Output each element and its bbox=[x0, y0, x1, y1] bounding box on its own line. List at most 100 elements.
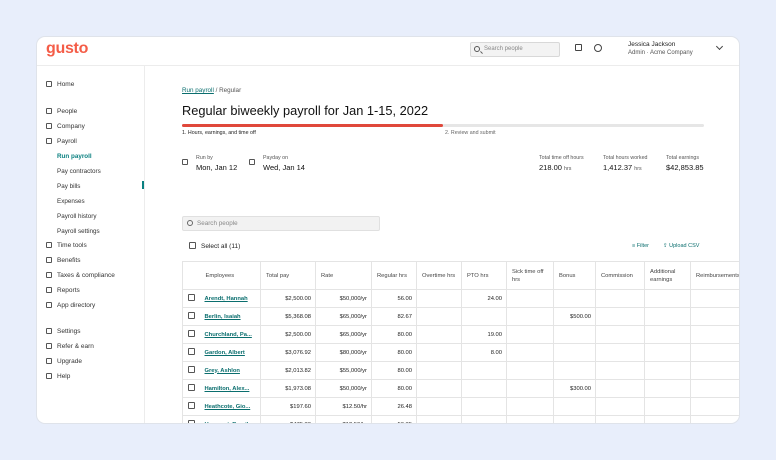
sidebar-item-time-tools[interactable]: Time tools bbox=[46, 241, 87, 251]
employee-link[interactable]: Berlin, Isaiah bbox=[205, 314, 241, 320]
cell-pto[interactable] bbox=[461, 397, 507, 416]
cell-pto[interactable] bbox=[461, 307, 507, 326]
column-header-reimbursements[interactable]: Reimbursements bbox=[690, 261, 739, 290]
employee-link[interactable]: Hamnani, Romil bbox=[205, 422, 249, 424]
column-header-regular-hrs[interactable]: Regular hrs bbox=[371, 261, 417, 290]
user-name[interactable]: Jessica Jackson bbox=[628, 41, 675, 48]
cell-pto[interactable]: 19.00 bbox=[461, 325, 507, 344]
cell-reimb[interactable] bbox=[690, 307, 739, 326]
filter-button[interactable]: ≡ Filter bbox=[632, 243, 649, 249]
cell-overtime[interactable] bbox=[416, 415, 462, 423]
cell-bonus[interactable] bbox=[553, 397, 596, 416]
cell-sick[interactable] bbox=[506, 325, 554, 344]
row-checkbox[interactable] bbox=[188, 384, 195, 391]
cell-reimb[interactable] bbox=[690, 361, 739, 380]
cell-additional[interactable] bbox=[644, 379, 691, 398]
employee-link[interactable]: Arendt, Hannah bbox=[205, 296, 248, 302]
sidebar-item-home[interactable]: Home bbox=[46, 80, 74, 90]
cell-regular[interactable]: 80.00 bbox=[371, 361, 417, 380]
employee-link[interactable]: Gardon, Albert bbox=[205, 350, 245, 356]
cell-sick[interactable] bbox=[506, 343, 554, 362]
cell-sick[interactable] bbox=[506, 361, 554, 380]
cell-additional[interactable] bbox=[644, 289, 691, 308]
row-checkbox[interactable] bbox=[188, 348, 195, 355]
employee-search-input[interactable]: Search people bbox=[182, 216, 380, 231]
column-header-rate[interactable]: Rate bbox=[315, 261, 372, 290]
sidebar-subitem-run-payroll[interactable]: Run payroll bbox=[57, 152, 92, 162]
cell-overtime[interactable] bbox=[416, 397, 462, 416]
cell-bonus[interactable]: $300.00 bbox=[553, 379, 596, 398]
column-header-employees[interactable]: Employees bbox=[200, 261, 261, 290]
cell-reimb[interactable] bbox=[690, 343, 739, 362]
cell-reimb[interactable] bbox=[690, 325, 739, 344]
cell-pto[interactable]: 24.00 bbox=[461, 289, 507, 308]
sidebar-item-company[interactable]: Company bbox=[46, 122, 85, 132]
row-checkbox[interactable] bbox=[188, 402, 195, 409]
cell-additional[interactable] bbox=[644, 325, 691, 344]
cell-reimb[interactable] bbox=[690, 397, 739, 416]
cell-sick[interactable] bbox=[506, 415, 554, 423]
cell-reimb[interactable] bbox=[690, 289, 739, 308]
cell-commission[interactable] bbox=[595, 343, 645, 362]
cell-commission[interactable] bbox=[595, 415, 645, 423]
cell-reimb[interactable] bbox=[690, 415, 739, 423]
cell-commission[interactable] bbox=[595, 361, 645, 380]
sidebar-item-people[interactable]: People bbox=[46, 107, 77, 117]
cell-additional[interactable] bbox=[644, 343, 691, 362]
sidebar-subitem-expenses[interactable]: Expenses bbox=[57, 197, 85, 207]
cell-pto[interactable] bbox=[461, 379, 507, 398]
cell-commission[interactable] bbox=[595, 307, 645, 326]
cell-additional[interactable] bbox=[644, 415, 691, 423]
cell-sick[interactable] bbox=[506, 289, 554, 308]
cell-regular[interactable]: 80.00 bbox=[371, 325, 417, 344]
column-header-additional-earnings[interactable]: Additional earnings bbox=[644, 261, 691, 290]
column-header-commission[interactable]: Commission bbox=[595, 261, 645, 290]
employee-link[interactable]: Grey, Ashlon bbox=[205, 368, 240, 374]
row-checkbox[interactable] bbox=[188, 366, 195, 373]
row-checkbox[interactable] bbox=[188, 330, 195, 337]
cell-commission[interactable] bbox=[595, 289, 645, 308]
cell-overtime[interactable] bbox=[416, 307, 462, 326]
chevron-down-icon[interactable] bbox=[715, 42, 724, 51]
cell-regular[interactable]: 26.48 bbox=[371, 397, 417, 416]
employee-link[interactable]: Heathcote, Gio... bbox=[205, 404, 251, 410]
sidebar-item-taxes-compliance[interactable]: Taxes & compliance bbox=[46, 271, 115, 281]
cell-bonus[interactable]: $500.00 bbox=[553, 307, 596, 326]
sidebar-item-reports[interactable]: Reports bbox=[46, 286, 80, 296]
upload-csv-button[interactable]: ⇪ Upload CSV bbox=[663, 243, 699, 249]
column-header-total-pay[interactable]: Total pay bbox=[260, 261, 316, 290]
sidebar-item-refer-earn[interactable]: Refer & earn bbox=[46, 342, 94, 352]
sidebar-subitem-payroll-settings[interactable]: Payroll settings bbox=[57, 227, 100, 237]
sidebar-item-payroll[interactable]: Payroll bbox=[46, 137, 77, 147]
sidebar-subitem-pay-contractors[interactable]: Pay contractors bbox=[57, 167, 101, 177]
global-search-input[interactable]: Search people bbox=[470, 42, 560, 57]
sidebar-item-app-directory[interactable]: App directory bbox=[46, 301, 95, 311]
column-header-bonus[interactable]: Bonus bbox=[553, 261, 596, 290]
cell-additional[interactable] bbox=[644, 397, 691, 416]
employee-link[interactable]: Churchland, Pa... bbox=[205, 332, 252, 338]
cell-overtime[interactable] bbox=[416, 325, 462, 344]
sidebar-subitem-payroll-history[interactable]: Payroll history bbox=[57, 212, 97, 222]
row-checkbox[interactable] bbox=[188, 294, 195, 301]
sidebar-subitem-pay-bills[interactable]: Pay bills bbox=[57, 182, 80, 192]
cell-overtime[interactable] bbox=[416, 289, 462, 308]
cell-regular[interactable]: 56.00 bbox=[371, 289, 417, 308]
cell-bonus[interactable] bbox=[553, 343, 596, 362]
cell-overtime[interactable] bbox=[416, 379, 462, 398]
sidebar-item-upgrade[interactable]: Upgrade bbox=[46, 357, 82, 367]
cell-regular[interactable]: 80.00 bbox=[371, 343, 417, 362]
cell-reimb[interactable] bbox=[690, 379, 739, 398]
employee-link[interactable]: Hamilton, Alex... bbox=[205, 386, 250, 392]
cell-additional[interactable] bbox=[644, 307, 691, 326]
checkbox[interactable] bbox=[189, 242, 196, 249]
cell-regular[interactable]: 80.00 bbox=[371, 379, 417, 398]
cell-sick[interactable] bbox=[506, 307, 554, 326]
select-all-checkbox[interactable]: Select all (11) bbox=[189, 242, 240, 250]
cell-bonus[interactable] bbox=[553, 415, 596, 423]
sidebar-item-settings[interactable]: Settings bbox=[46, 327, 81, 337]
cell-bonus[interactable] bbox=[553, 289, 596, 308]
step-review-submit[interactable]: 2. Review and submit bbox=[445, 130, 496, 136]
step-hours-earnings[interactable]: 1. Hours, earnings, and time off bbox=[182, 130, 256, 136]
cell-commission[interactable] bbox=[595, 397, 645, 416]
cell-sick[interactable] bbox=[506, 379, 554, 398]
